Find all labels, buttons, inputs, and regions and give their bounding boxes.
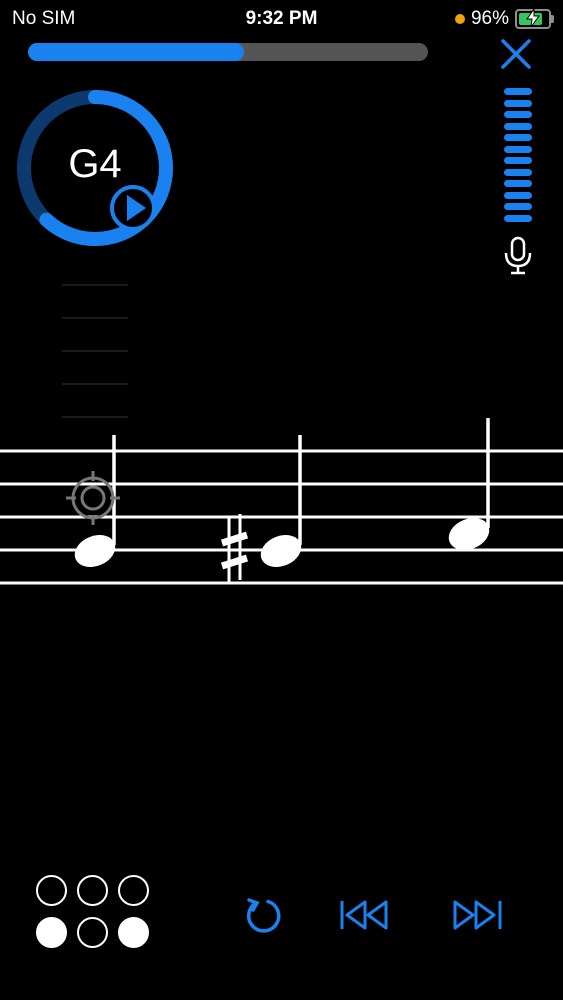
fast-forward-button[interactable]	[450, 893, 506, 937]
valve-fingering-chart	[36, 875, 154, 951]
valve-indicator-bottom-2	[77, 917, 108, 948]
staff-note-2[interactable]	[256, 435, 306, 573]
staff-note-3[interactable]	[444, 418, 494, 556]
valve-indicator-top-2	[77, 875, 108, 906]
replay-icon	[246, 898, 281, 933]
valve-indicator-top-1	[36, 875, 67, 906]
valve-indicator-top-3	[118, 875, 149, 906]
crosshair-target-icon[interactable]	[64, 469, 122, 527]
fast-forward-icon	[453, 900, 502, 930]
rewind-icon	[340, 900, 388, 930]
valve-indicator-bottom-3	[118, 917, 149, 948]
valve-indicator-bottom-1	[36, 917, 67, 948]
replay-button[interactable]	[241, 893, 285, 937]
accidental-symbol: ♯	[0, 0, 1, 1]
rewind-button[interactable]	[338, 893, 392, 937]
